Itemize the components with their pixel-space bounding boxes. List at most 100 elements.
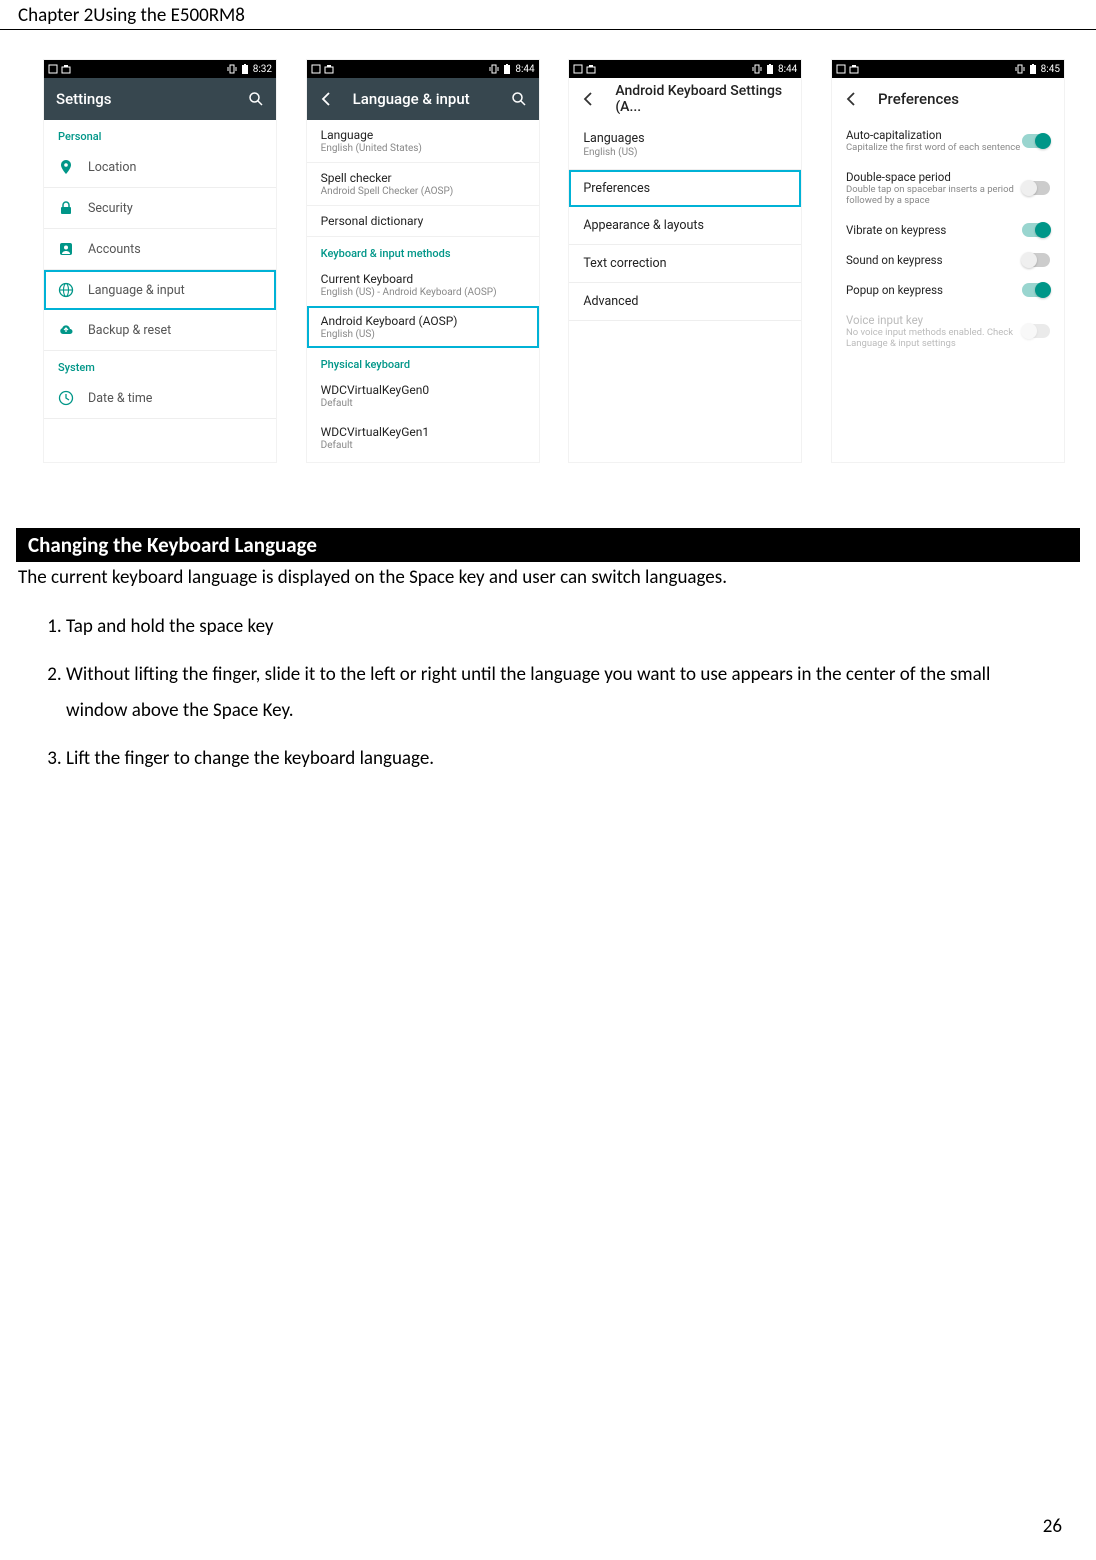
row-security[interactable]: Security	[44, 188, 276, 229]
chapter-header: Chapter 2Using the E500RM8	[0, 0, 1096, 30]
row-label: Date & time	[88, 391, 152, 406]
account-icon	[58, 241, 74, 257]
section-physical-kbd: Physical keyboard	[307, 348, 539, 375]
row-popup-keypress[interactable]: Popup on keypress	[832, 275, 1064, 305]
section-heading: Changing the Keyboard Language	[16, 528, 1080, 562]
step-1: Tap and hold the space key	[66, 603, 1056, 651]
toggle-voice-input	[1022, 324, 1050, 338]
lang-input-list: LanguageEnglish (United States) Spell ch…	[307, 120, 539, 462]
row-appearance-layouts[interactable]: Appearance & layouts	[569, 207, 801, 245]
app-bar: Android Keyboard Settings (A...	[569, 78, 801, 120]
row-vibrate-keypress[interactable]: Vibrate on keypress	[832, 215, 1064, 245]
row-language[interactable]: LanguageEnglish (United States)	[307, 120, 539, 163]
app-title: Language & input	[353, 90, 511, 108]
row-languages[interactable]: LanguagesEnglish (US)	[569, 120, 801, 170]
row-label: Accounts	[88, 242, 141, 257]
globe-icon	[58, 282, 74, 298]
back-button[interactable]	[844, 91, 860, 107]
preferences-list: Auto-capitalizationCapitalize the first …	[832, 120, 1064, 462]
vibrate-icon	[1015, 64, 1025, 74]
recent-apps-icon	[48, 64, 58, 74]
row-location[interactable]: Location	[44, 147, 276, 188]
app-title: Settings	[56, 90, 248, 108]
clock-icon	[58, 390, 74, 406]
recent-apps-icon	[311, 64, 321, 74]
screenshot-settings: 8:32 Settings Personal Location Security…	[44, 60, 276, 462]
app-bar: Language & input	[307, 78, 539, 120]
battery-icon	[502, 64, 512, 74]
row-backup-reset[interactable]: Backup & reset	[44, 310, 276, 351]
row-voice-input-key: Voice input keyNo voice input methods en…	[832, 305, 1064, 358]
back-button[interactable]	[581, 91, 597, 107]
screenshot-keyboard-settings: 8:44 Android Keyboard Settings (A... Lan…	[569, 60, 801, 462]
recent-apps-icon	[573, 64, 583, 74]
toggle-auto-caps[interactable]	[1022, 134, 1050, 148]
battery-icon	[240, 64, 250, 74]
section-kbd-methods: Keyboard & input methods	[307, 237, 539, 264]
row-double-space-period[interactable]: Double-space periodDouble tap on spaceba…	[832, 162, 1064, 215]
steps-list: Tap and hold the space key Without lifti…	[0, 603, 1096, 783]
toggle-double-space[interactable]	[1022, 181, 1050, 195]
row-virtual-keygen0[interactable]: WDCVirtualKeyGen0Default	[307, 375, 539, 417]
screenshot-preferences: 8:45 Preferences Auto-capitalizationCapi…	[832, 60, 1064, 462]
row-virtual-keygen1[interactable]: WDCVirtualKeyGen1Default	[307, 417, 539, 459]
row-label: Security	[88, 201, 133, 216]
lock-icon	[58, 200, 74, 216]
status-time: 8:45	[1041, 64, 1060, 75]
toggle-sound[interactable]	[1022, 253, 1050, 267]
screenshot-icon	[324, 64, 334, 74]
kbd-settings-list: LanguagesEnglish (US) Preferences Appear…	[569, 120, 801, 462]
row-label: Location	[88, 160, 136, 175]
app-title: Preferences	[878, 90, 1052, 108]
row-text-correction[interactable]: Text correction	[569, 245, 801, 283]
search-icon[interactable]	[248, 91, 264, 107]
row-date-time[interactable]: Date & time	[44, 378, 276, 419]
vibrate-icon	[752, 64, 762, 74]
toggle-vibrate[interactable]	[1022, 223, 1050, 237]
row-android-keyboard-aosp[interactable]: Android Keyboard (AOSP)English (US)	[307, 306, 539, 348]
section-system: System	[44, 351, 276, 378]
step-3: Lift the finger to change the keyboard l…	[66, 735, 1056, 783]
app-bar: Settings	[44, 78, 276, 120]
back-button[interactable]	[319, 91, 335, 107]
row-sound-keypress[interactable]: Sound on keypress	[832, 245, 1064, 275]
vibrate-icon	[227, 64, 237, 74]
status-bar: 8:44	[307, 60, 539, 78]
row-personal-dictionary[interactable]: Personal dictionary	[307, 206, 539, 237]
status-bar: 8:32	[44, 60, 276, 78]
backup-icon	[58, 322, 74, 338]
row-preferences[interactable]: Preferences	[569, 170, 801, 207]
status-time: 8:44	[515, 64, 534, 75]
row-language-input[interactable]: Language & input	[44, 270, 276, 310]
row-advanced[interactable]: Advanced	[569, 283, 801, 321]
status-time: 8:44	[778, 64, 797, 75]
screenshot-icon	[849, 64, 859, 74]
battery-icon	[1028, 64, 1038, 74]
status-time: 8:32	[253, 64, 272, 75]
status-bar: 8:45	[832, 60, 1064, 78]
vibrate-icon	[489, 64, 499, 74]
app-bar: Preferences	[832, 78, 1064, 120]
intro-text: The current keyboard language is display…	[0, 562, 1096, 603]
row-current-keyboard[interactable]: Current KeyboardEnglish (US) - Android K…	[307, 264, 539, 306]
recent-apps-icon	[836, 64, 846, 74]
row-auto-capitalization[interactable]: Auto-capitalizationCapitalize the first …	[832, 120, 1064, 162]
screenshots-row: 8:32 Settings Personal Location Security…	[0, 30, 1096, 472]
section-personal: Personal	[44, 120, 276, 147]
row-label: Backup & reset	[88, 323, 171, 338]
row-label: Language & input	[88, 283, 185, 298]
settings-list: Personal Location Security Accounts Lang…	[44, 120, 276, 462]
location-icon	[58, 159, 74, 175]
search-icon[interactable]	[511, 91, 527, 107]
screenshot-language-input: 8:44 Language & input LanguageEnglish (U…	[307, 60, 539, 462]
row-spell-checker[interactable]: Spell checkerAndroid Spell Checker (AOSP…	[307, 163, 539, 206]
battery-icon	[765, 64, 775, 74]
page-number: 26	[1043, 1515, 1062, 1538]
step-2: Without lifting the finger, slide it to …	[66, 651, 1056, 735]
toggle-popup[interactable]	[1022, 283, 1050, 297]
row-accounts[interactable]: Accounts	[44, 229, 276, 270]
status-bar: 8:44	[569, 60, 801, 78]
screenshot-icon	[61, 64, 71, 74]
app-title: Android Keyboard Settings (A...	[615, 83, 789, 115]
screenshot-icon	[586, 64, 596, 74]
